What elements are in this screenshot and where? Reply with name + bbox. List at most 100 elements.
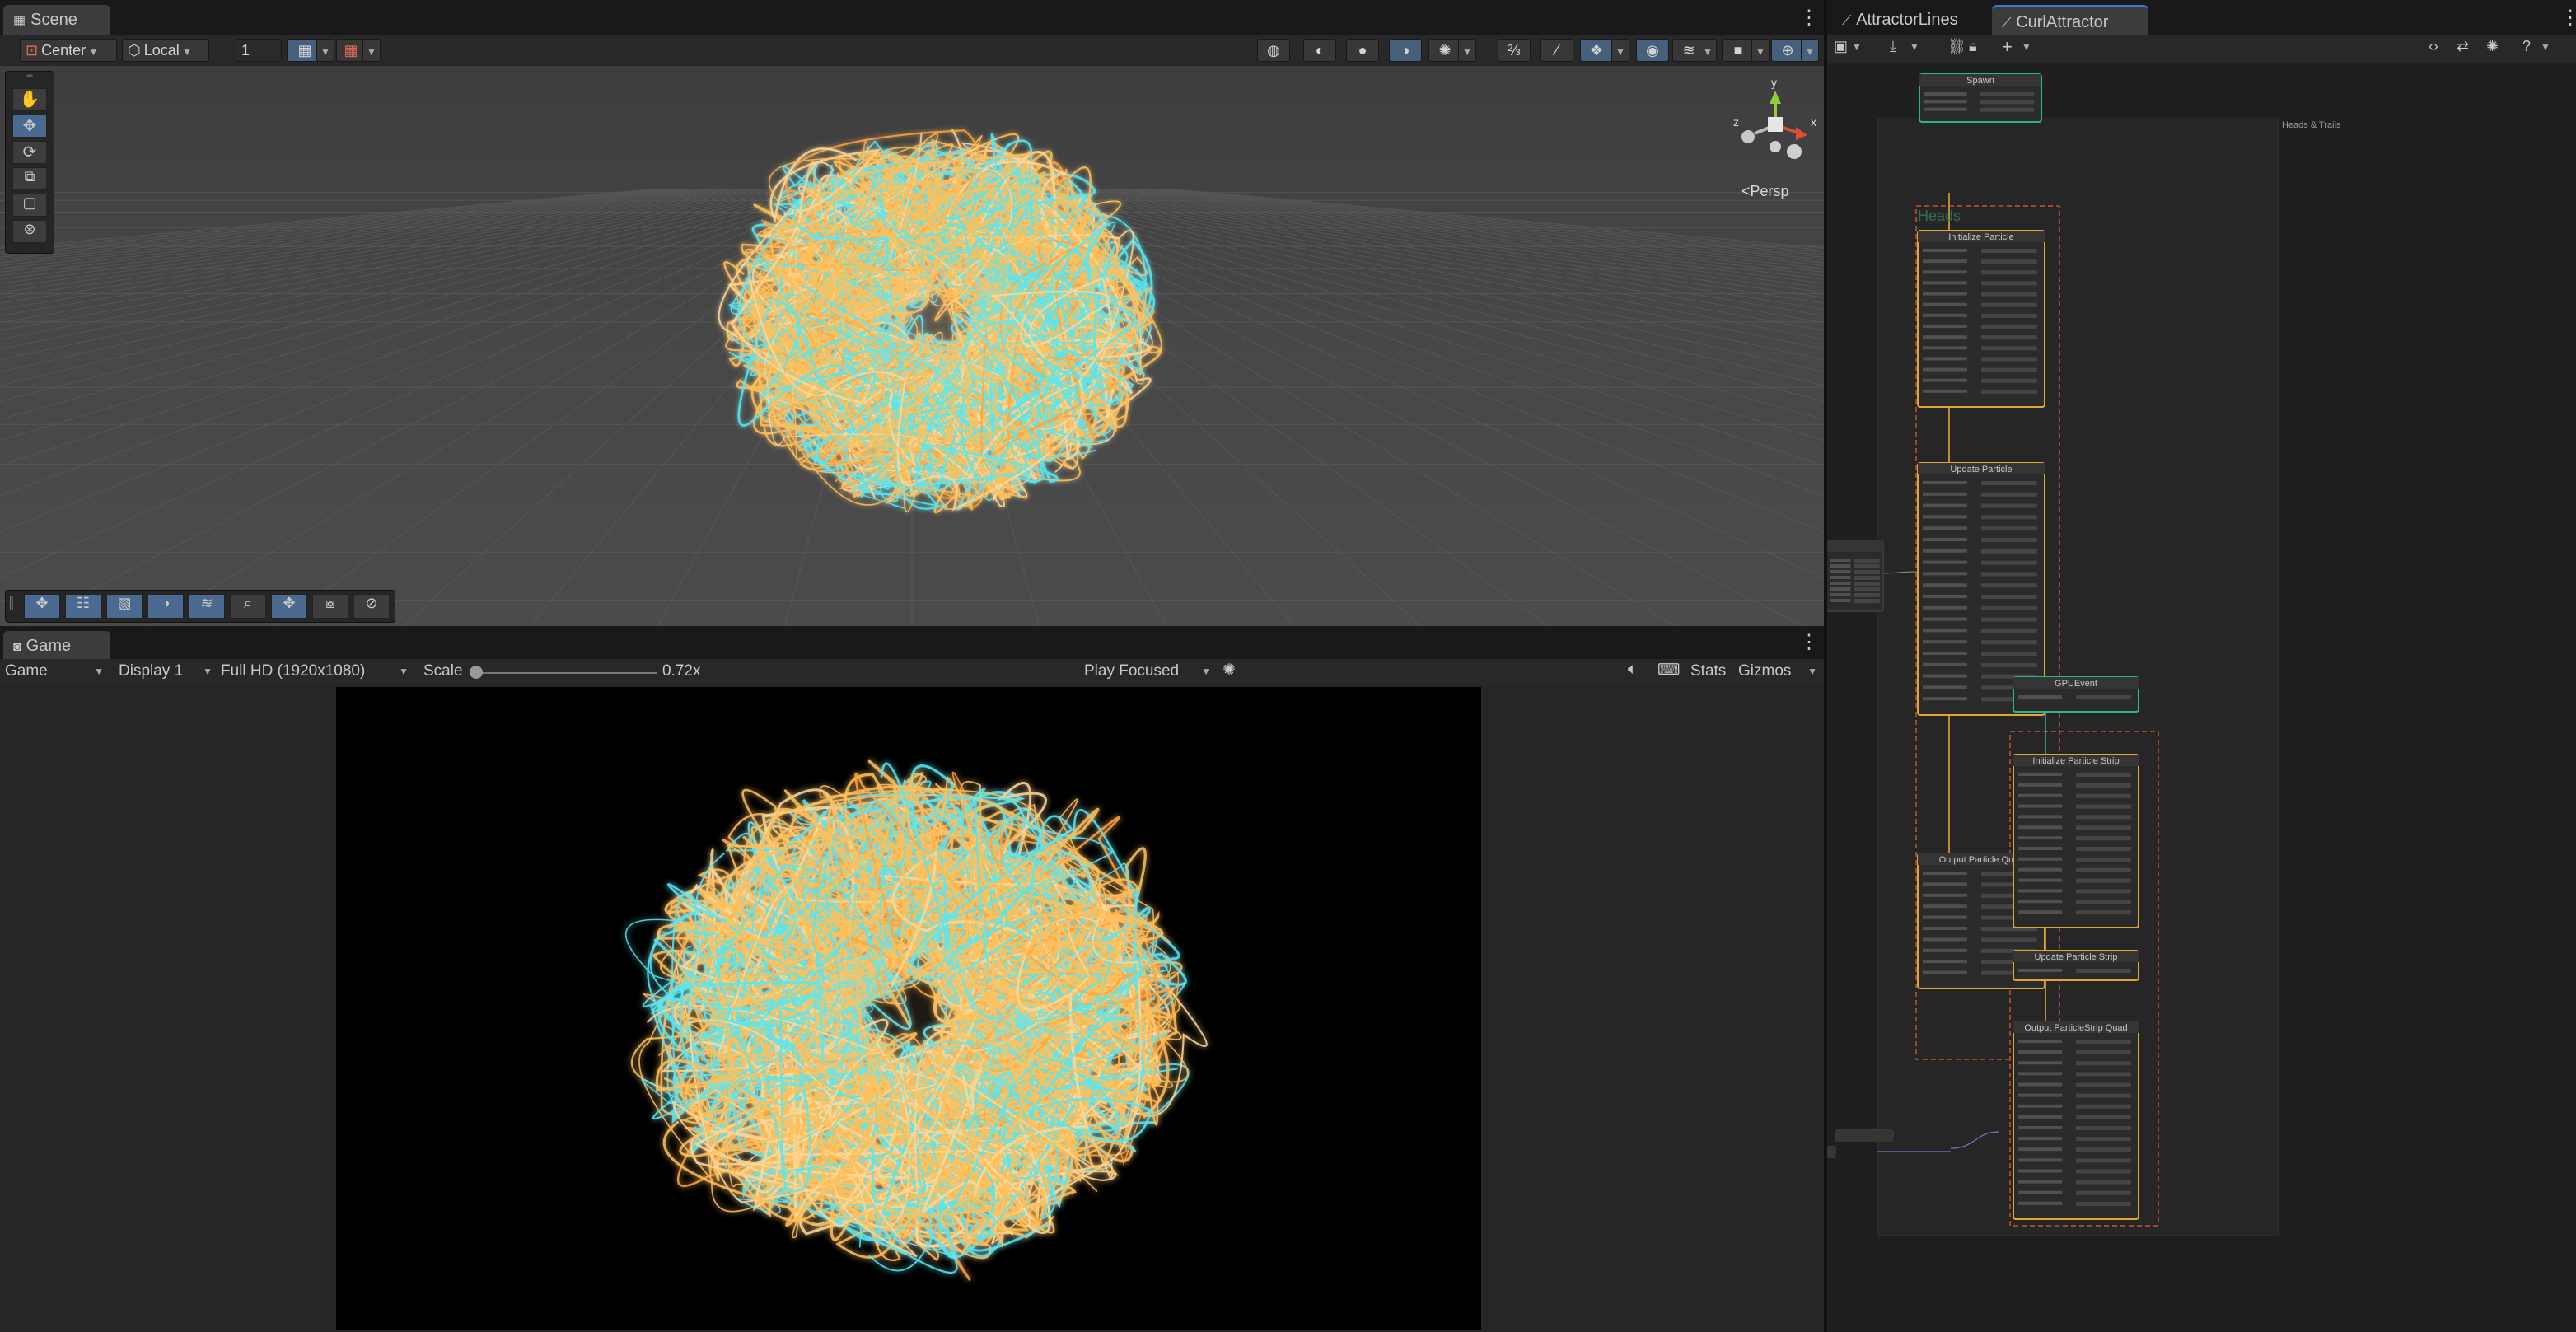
move-tool-button[interactable]: ✥	[12, 115, 47, 138]
projection-toggle[interactable]: <Persp	[1741, 183, 1789, 200]
chevron-down-icon: ▼	[1807, 666, 1817, 677]
tab-curlattractor[interactable]: ⟋ CurlAttractor	[1992, 5, 2148, 35]
scale-tool-button[interactable]: ⧉	[12, 167, 47, 190]
camera-dropdown[interactable]: ▼	[1751, 39, 1770, 62]
lighting-toggle-button[interactable]: ⁄	[1540, 39, 1573, 62]
rotate-tool-button[interactable]: ⟳	[12, 141, 47, 164]
vfx-graph-canvas[interactable]: Spawn Initialize Particle Update Particle O…	[1827, 63, 2576, 1332]
chevron-down-icon[interactable]: ▼	[1910, 41, 1919, 53]
code-icon[interactable]: ‹›	[2429, 38, 2438, 55]
mute-audio-button[interactable]: 🔈︎	[1628, 661, 1637, 679]
initialize-particle-node[interactable]: Initialize Particle	[1917, 230, 2045, 408]
output-particlestrip-quad-node[interactable]: Output ParticleStrip Quad	[2013, 1021, 2139, 1220]
operator-node-strip-1[interactable]	[1835, 1129, 1894, 1142]
overlay-button-4[interactable]: ◑	[147, 594, 184, 619]
2d-toggle-button[interactable]: ⅔	[1498, 39, 1531, 62]
gizmos-toggle-button[interactable]: ⊕	[1771, 39, 1804, 62]
gpu-event-node[interactable]: GPUEvent	[2013, 676, 2139, 713]
rect-icon: ▢	[22, 194, 37, 211]
chevron-down-icon[interactable]: ▼	[2541, 41, 2550, 53]
frame-debugger-button[interactable]: ✺	[1223, 661, 1236, 680]
save-icon[interactable]: ▣	[1834, 38, 1848, 55]
compare-icon[interactable]: ⇄	[2457, 38, 2469, 55]
light-off-icon: ⁄	[1555, 42, 1559, 58]
hand-tool-button[interactable]: ✋	[12, 88, 47, 111]
draw-mode-button[interactable]: ◍	[1257, 39, 1290, 62]
chevron-down-icon: ▼	[320, 46, 330, 58]
chevron-down-icon[interactable]: ▼	[1852, 41, 1862, 53]
debug-draw-dropdown[interactable]: ▼	[1458, 39, 1476, 62]
orientation-gizmo[interactable]: y x z	[1730, 76, 1821, 170]
spawn-node[interactable]: Spawn	[1919, 73, 2042, 123]
scene-more-menu-icon[interactable]: ⋮	[1799, 8, 1819, 28]
unlit-button[interactable]: ◑	[1389, 39, 1422, 62]
shaded-wireframe-button[interactable]: ◐	[1303, 39, 1336, 62]
grid-snap-input[interactable]: 1	[236, 39, 282, 62]
layers-dropdown[interactable]: ▼	[1699, 39, 1717, 62]
svg-text:Initialize Particle Strip: Initialize Particle Strip	[2032, 756, 2119, 766]
effects-toggle-button[interactable]: ❖	[1580, 39, 1613, 62]
lock-icon[interactable]: 🔒︎	[1969, 38, 1977, 55]
scale-slider-handle[interactable]	[470, 666, 483, 679]
overlay-button-1[interactable]: ✥	[24, 594, 60, 619]
effects-dropdown[interactable]: ▼	[1611, 39, 1629, 62]
game-mode-dropdown[interactable]: Game ▼	[5, 662, 107, 680]
display-dropdown[interactable]: Display 1 ▼	[119, 662, 216, 680]
vfx-more-menu-icon[interactable]: ⋮	[2560, 8, 2576, 28]
add-icon[interactable]: +	[2002, 36, 2013, 58]
rect-tool-button[interactable]: ▢	[12, 194, 47, 217]
scale-slider-track[interactable]	[475, 672, 657, 674]
chevron-down-icon: ▼	[1462, 46, 1472, 58]
svg-text:Output ParticleStrip Quad: Output ParticleStrip Quad	[2024, 1023, 2127, 1033]
overlay-button-6[interactable]: ⌕	[230, 594, 266, 619]
update-particle-strip-node[interactable]: Update Particle Strip	[2013, 950, 2139, 981]
shaded-button[interactable]: ●	[1346, 39, 1379, 62]
help-icon[interactable]: ?	[2522, 38, 2531, 55]
initialize-particle-strip-node[interactable]: Initialize Particle Strip	[2013, 754, 2139, 928]
grid-options-dropdown[interactable]: ▼	[316, 39, 334, 62]
scene-viewport[interactable]: ═ ✋ ✥ ⟳ ⧉ ▢ ⊛ ║ ✥ ☷ ▧ ◑ ≋ ⌕ ✥ ⧇ ⊘ y x z …	[0, 66, 1824, 626]
gizmos-dropdown[interactable]: Gizmos ▼	[1738, 662, 1817, 680]
operator-node[interactable]	[1827, 540, 1884, 612]
keyboard-shortcuts-button[interactable]: ⌨	[1657, 661, 1680, 680]
overlay-button-3[interactable]: ▧	[106, 594, 143, 619]
overlay-button-5[interactable]: ≋	[189, 594, 225, 619]
overlay-button-8[interactable]: ⧇	[312, 594, 348, 619]
overlay-drag-handle[interactable]: ═	[6, 72, 54, 83]
svg-text:Output Particle Quad: Output Particle Quad	[1939, 855, 2024, 865]
gizmos-dropdown[interactable]: ▼	[1801, 39, 1819, 62]
snap-options-dropdown[interactable]: ▼	[362, 39, 381, 62]
camera-button[interactable]: ■	[1722, 39, 1755, 62]
svg-text:Update Particle: Update Particle	[1950, 465, 2012, 474]
resolution-dropdown[interactable]: Full HD (1920x1080) ▼	[221, 662, 412, 680]
transform-icon: ⊛	[23, 221, 36, 237]
download-icon[interactable]: ⤓	[1890, 38, 1896, 55]
tab-game[interactable]: ◙ Game	[3, 631, 110, 661]
tab-attractorlines[interactable]: ⟋ AttractorLines	[1832, 5, 1989, 35]
chevron-down-icon[interactable]: ▼	[2022, 41, 2031, 53]
game-view-area[interactable]	[0, 685, 1824, 1332]
overlay-button-7[interactable]: ✥	[271, 594, 307, 619]
move-icon: ✥	[283, 595, 296, 611]
operator-node-strip-2[interactable]	[1827, 1146, 1836, 1158]
chevron-down-icon: ▼	[1615, 46, 1625, 58]
pivot-center-dropdown[interactable]: ⊡ Center ▼	[20, 39, 117, 62]
chevron-down-icon: ▼	[1201, 666, 1211, 677]
link-icon[interactable]: ⛓	[1947, 38, 1966, 55]
stats-button[interactable]: Stats	[1690, 662, 1726, 680]
overlay-drag-handle[interactable]: ║	[7, 596, 16, 609]
tab-scene[interactable]: ▦ Scene	[3, 5, 110, 35]
scene-visibility-button[interactable]: ◉	[1636, 39, 1669, 62]
overlay-button-9[interactable]: ⊘	[353, 594, 390, 619]
sphere-icon: ●	[1358, 42, 1367, 58]
debug-draw-button[interactable]: ✺	[1428, 39, 1461, 62]
transform-tool-button[interactable]: ⊛	[12, 220, 47, 243]
pivot-space-dropdown[interactable]: ⬡ Local ▼	[122, 39, 209, 62]
overlay-button-2[interactable]: ☷	[65, 594, 101, 619]
play-mode-dropdown[interactable]: Play Focused ▼	[1084, 662, 1214, 680]
debug-icon[interactable]: ✺	[2486, 38, 2499, 55]
game-more-menu-icon[interactable]: ⋮	[1799, 633, 1819, 652]
chevron-down-icon: ▼	[179, 46, 192, 58]
scale-label: Scale	[423, 662, 463, 680]
snap-increment-button[interactable]: ▦	[336, 39, 366, 62]
